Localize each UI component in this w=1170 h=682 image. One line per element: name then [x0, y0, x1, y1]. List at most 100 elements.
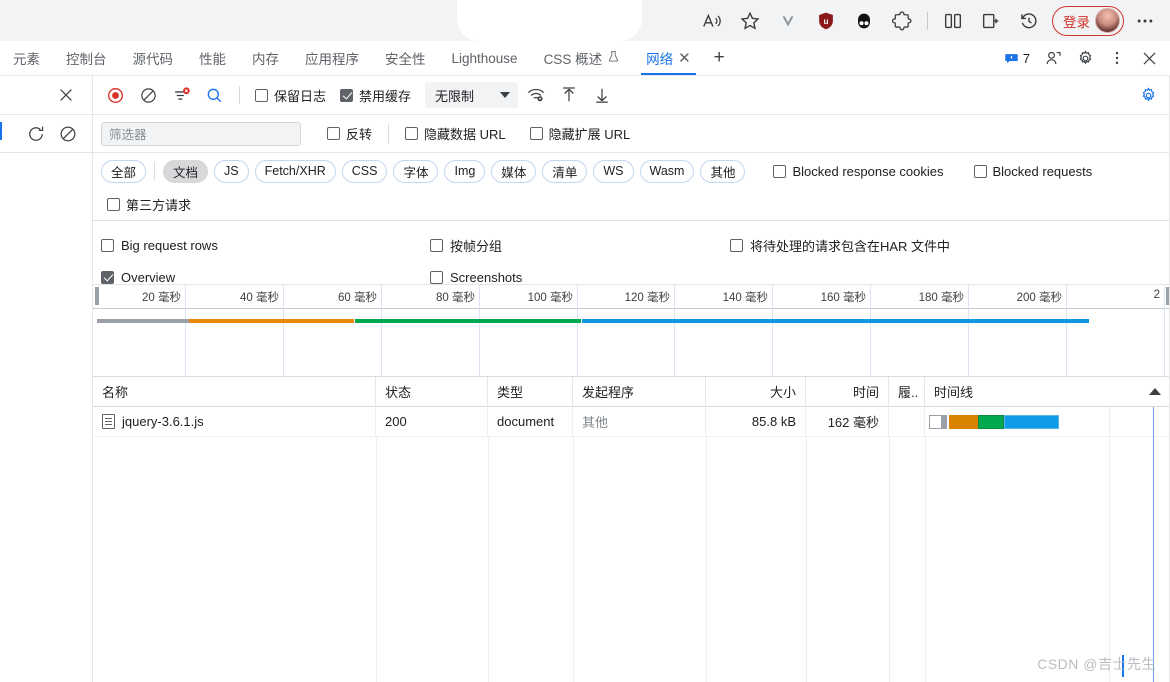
read-aloud-icon[interactable] — [693, 5, 731, 37]
tab-sources[interactable]: 源代码 — [120, 41, 187, 75]
chip-css[interactable]: CSS — [341, 159, 388, 183]
chip-font[interactable]: 字体 — [393, 159, 439, 183]
big-request-rows-checkbox[interactable]: Big request rows — [101, 229, 218, 261]
third-party-checkbox[interactable]: 第三方请求 — [101, 195, 197, 214]
cell-timeline[interactable] — [925, 406, 1170, 437]
avatar[interactable] — [1095, 8, 1120, 33]
import-har-icon[interactable] — [553, 81, 584, 110]
ublock-origin-icon[interactable]: u — [807, 5, 845, 37]
vimeo-extension-icon[interactable] — [769, 5, 807, 37]
network-overview[interactable]: 20 毫秒 40 毫秒 60 毫秒 80 毫秒 100 毫秒 120 毫秒 140 毫秒 16… — [93, 285, 1170, 377]
group-by-frame-checkbox[interactable]: 按帧分组 — [430, 229, 522, 261]
disable-cache-label: 禁用缓存 — [359, 88, 412, 104]
tab-memory[interactable]: 内存 — [239, 41, 292, 75]
chip-js[interactable]: JS — [214, 159, 249, 183]
issues-indicator[interactable]: 7 — [998, 51, 1036, 66]
record-button[interactable] — [100, 80, 131, 110]
close-icon[interactable] — [56, 85, 76, 105]
split-screen-icon[interactable] — [934, 5, 972, 37]
devtools-window: u 登录 元素 控制台 源代码 性能 内存 应用程序 安全性 Lighthous… — [0, 0, 1170, 682]
overview-tick — [1066, 285, 1067, 376]
column-header-status[interactable]: 状态 — [376, 376, 488, 407]
dark-reader-extension-icon[interactable] — [845, 5, 883, 37]
disable-cache-checkbox[interactable]: 禁用缓存 — [334, 86, 417, 105]
chip-doc[interactable]: 文档 — [163, 159, 209, 183]
network-settings-icon[interactable] — [1133, 80, 1164, 110]
column-header-timeline[interactable]: 时间线 — [925, 377, 1170, 407]
column-header-time[interactable]: 时间 — [806, 376, 889, 407]
column-header-waterfall_overflow[interactable]: 履.. — [889, 376, 925, 407]
issues-count: 7 — [1022, 50, 1030, 66]
invert-checkbox[interactable]: 反转 — [321, 124, 378, 143]
filter-button[interactable] — [166, 80, 197, 110]
clear-button[interactable] — [133, 81, 164, 110]
close-icon[interactable]: ✕ — [678, 51, 691, 66]
big-request-rows-label: Big request rows — [121, 237, 218, 253]
reload-icon[interactable] — [26, 124, 46, 144]
chip-ws[interactable]: WS — [593, 159, 634, 183]
overview-tick — [1164, 285, 1165, 376]
preserve-log-label: 保留日志 — [274, 88, 327, 104]
history-icon[interactable] — [1010, 5, 1048, 37]
throttling-dropdown[interactable]: 无限制 — [425, 82, 519, 108]
clear-icon[interactable] — [58, 124, 78, 144]
add-tab-button[interactable]: + — [704, 41, 735, 75]
column-header-name[interactable]: 名称 — [93, 376, 376, 407]
cell-text: document — [497, 414, 555, 429]
tab-performance[interactable]: 性能 — [186, 41, 239, 75]
table-header: 名称 状态 类型 发起程序 大小 时间 履.. 时间线 — [93, 376, 1170, 407]
chip-media[interactable]: 媒体 — [491, 159, 537, 183]
chip-fetch-xhr[interactable]: Fetch/XHR — [254, 159, 336, 183]
tab-console[interactable]: 控制台 — [53, 41, 120, 75]
waterfall-segment-content-download — [1004, 414, 1059, 429]
filter-input[interactable]: 筛选器 — [101, 121, 301, 146]
left-rail — [0, 76, 93, 682]
blocked-requests-checkbox[interactable]: Blocked requests — [968, 164, 1099, 179]
tab-network[interactable]: 网络 ✕ — [633, 41, 704, 75]
tab-security[interactable]: 安全性 — [372, 41, 439, 75]
settings-gear-icon[interactable] — [1070, 43, 1100, 73]
overview-tick-label: 140 毫秒 — [722, 292, 768, 304]
capture-pending-har-label: 将待处理的请求包含在HAR 文件中 — [750, 238, 951, 254]
blocked-response-cookies-checkbox[interactable]: Blocked response cookies — [767, 164, 949, 179]
chip-label: 文档 — [173, 165, 199, 180]
login-button[interactable]: 登录 — [1052, 5, 1124, 36]
preserve-log-checkbox[interactable]: 保留日志 — [249, 86, 332, 105]
user-flows-icon[interactable] — [1038, 43, 1068, 73]
collections-icon[interactable] — [972, 5, 1010, 37]
table-row[interactable]: jquery-3.6.1.js 200 document 其他 85.8 kB 162 毫… — [93, 406, 1170, 437]
blocked-response-cookies-label: Blocked response cookies — [792, 163, 944, 179]
hide-data-urls-checkbox[interactable]: 隐藏数据 URL — [399, 124, 512, 143]
chip-all[interactable]: 全部 — [101, 159, 147, 183]
more-options-icon[interactable] — [1102, 43, 1132, 73]
extensions-puzzle-icon[interactable] — [883, 5, 921, 37]
column-header-size[interactable]: 大小 — [706, 376, 806, 407]
more-options-icon[interactable] — [1126, 5, 1164, 37]
favorite-star-icon[interactable] — [731, 5, 769, 37]
overview-tick — [577, 285, 578, 376]
close-devtools-icon[interactable] — [1134, 43, 1164, 73]
chip-manifest[interactable]: 清单 — [542, 159, 588, 183]
waterfall-segment-queued — [929, 414, 942, 429]
column-header-type[interactable]: 类型 — [488, 376, 573, 407]
tab-css-overview[interactable]: CSS 概述 — [531, 41, 634, 75]
checkbox-box — [430, 270, 443, 284]
tab-application[interactable]: 应用程序 — [292, 41, 372, 75]
checkbox-box — [773, 164, 787, 178]
capture-pending-har-checkbox[interactable]: 将待处理的请求包含在HAR 文件中 — [730, 229, 950, 261]
hide-extension-urls-checkbox[interactable]: 隐藏扩展 URL — [524, 124, 637, 143]
third-party-row: 第三方请求 — [93, 189, 1170, 221]
tab-label: 源代码 — [132, 52, 174, 67]
export-har-icon[interactable] — [586, 81, 617, 110]
overview-tick-label: 2 — [1153, 289, 1160, 301]
chip-img[interactable]: Img — [444, 159, 486, 183]
search-button[interactable] — [199, 80, 230, 110]
chip-other[interactable]: 其他 — [700, 159, 746, 183]
chip-wasm[interactable]: Wasm — [639, 159, 695, 183]
tab-lighthouse[interactable]: Lighthouse — [439, 41, 531, 75]
overview-left-handle[interactable] — [95, 287, 99, 305]
tab-elements[interactable]: 元素 — [0, 41, 53, 75]
column-header-initiator[interactable]: 发起程序 — [573, 376, 706, 407]
network-conditions-icon[interactable] — [520, 81, 551, 110]
network-settings-pane: Big request rows Overview 按帧分组 Screensho… — [93, 221, 1170, 285]
